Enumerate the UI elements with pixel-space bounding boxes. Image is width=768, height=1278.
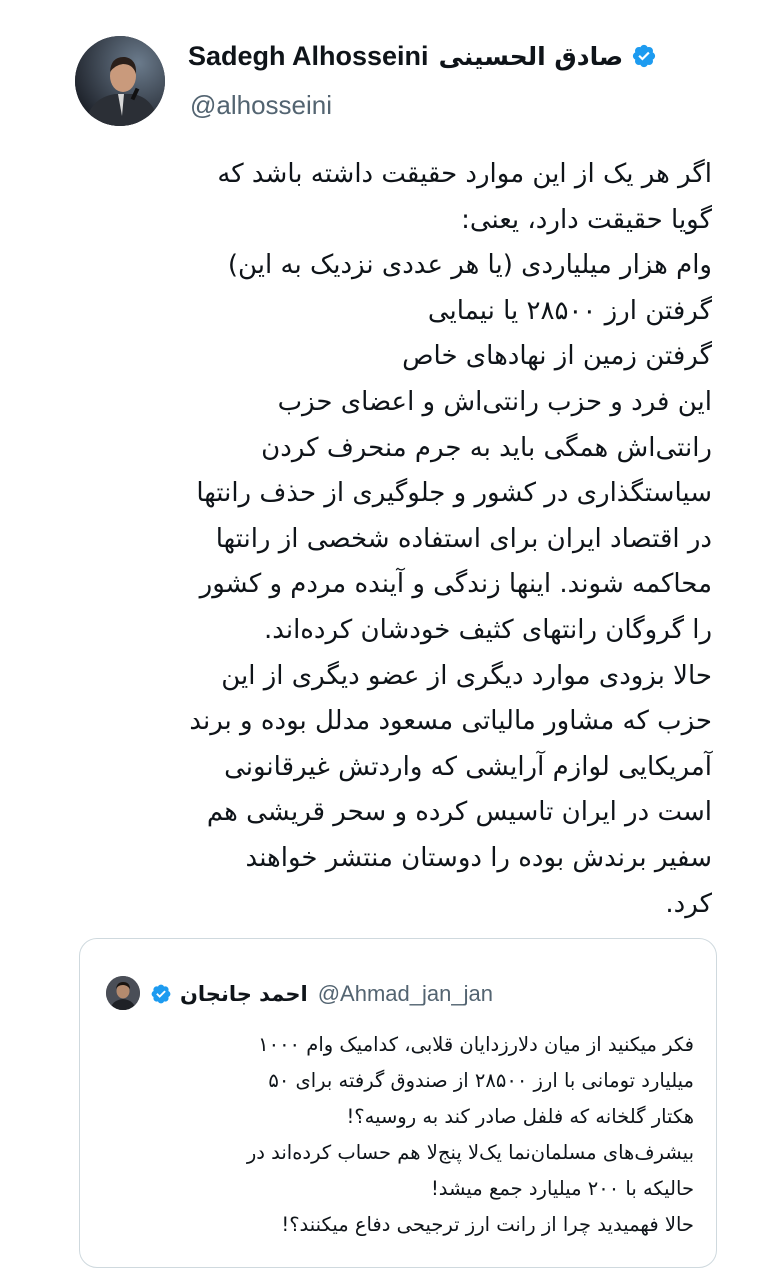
tweet-line: حزب که مشاور مالیاتی مسعود مدلل بوده و ب… (189, 706, 712, 737)
tweet-line: گویا حقیقت دارد، یعنی: (461, 204, 712, 235)
quoted-line: حالا فهمیدید چرا از رانت ارز ترجیحی دفاع… (281, 1213, 694, 1236)
quoted-author-handle[interactable]: @Ahmad_jan_jan (318, 981, 493, 1007)
quoted-line: فکر میکنید از میان دلارزدایان قلابی، کدا… (258, 1033, 694, 1056)
verified-badge-icon (150, 983, 172, 1005)
tweet-line: است در ایران تاسیس کرده و سحر قریشی هم (206, 797, 712, 828)
author-name-en[interactable]: Sadegh Alhosseini (188, 41, 429, 72)
quoted-line: هکتار گلخانه که فلفل صادر کند به روسیه؟! (346, 1105, 694, 1128)
author-avatar[interactable] (75, 36, 165, 126)
tweet-line: اگر هر یک از این موارد حقیقت داشته باشد … (217, 159, 712, 189)
tweet-line: گرفتن زمین از نهادهای خاص (402, 341, 712, 372)
quoted-author-row[interactable]: احمد جانجان @Ahmad_jan_jan (150, 977, 493, 1011)
quoted-line: حالیکه با ۲۰۰ میلیارد جمع میشد! (430, 1177, 694, 1200)
author-name-row[interactable]: Sadegh Alhosseini صادق الحسینی (188, 36, 657, 76)
author-name-fa[interactable]: صادق الحسینی (439, 42, 624, 71)
tweet-line: سیاستگذاری در کشور و جلوگیری از حذف رانت… (196, 478, 712, 509)
tweet-line: در اقتصاد ایران برای استفاده شخصی از ران… (215, 523, 712, 554)
quoted-tweet-body: فکر میکنید از میان دلارزدایان قلابی، کدا… (104, 1027, 694, 1243)
tweet-line: گرفتن ارز ۲۸۵۰۰ یا نیمایی (427, 295, 712, 326)
tweet-line: را گروگان رانتهای کثیف خودشان کرده‌اند. (263, 614, 712, 645)
quoted-tweet[interactable]: احمد جانجان @Ahmad_jan_jan فکر میکنید از… (79, 938, 717, 1268)
tweet-line: سفیر برندش بوده را دوستان منتشر خواهند (245, 842, 712, 873)
quoted-line: میلیارد تومانی با ارز ۲۸۵۰۰ از صندوق گرف… (268, 1069, 694, 1092)
quoted-line: بیشرف‌های مسلمان‌نما یک‌لا پنج‌لا هم حسا… (246, 1141, 694, 1164)
tweet-line: رانتی‌اش همگی باید به جرم منحرف کردن (261, 432, 712, 463)
tweet-line: این فرد و حزب رانتی‌اش و اعضای حزب (277, 386, 712, 417)
tweet-body: اگر هر یک از این موارد حقیقت داشته باشد … (62, 152, 712, 927)
quoted-author-avatar[interactable] (106, 976, 140, 1010)
tweet-line: حالا بزودی موارد دیگری از عضو دیگری از ا… (221, 660, 712, 691)
tweet-line: محاکمه شوند. اینها زندگی و آینده مردم و … (199, 569, 712, 600)
author-handle[interactable]: @alhosseini (190, 90, 332, 121)
quoted-author-name[interactable]: احمد جانجان (180, 982, 308, 1006)
tweet-line: آمریکایی لوازم آرایشی که واردتش غیرقانون… (224, 751, 712, 782)
tweet-line: وام هزار میلیاردی (یا هر عددی نزدیک به ا… (227, 250, 712, 281)
verified-badge-icon (631, 43, 657, 69)
tweet-line: کرد. (665, 888, 712, 919)
